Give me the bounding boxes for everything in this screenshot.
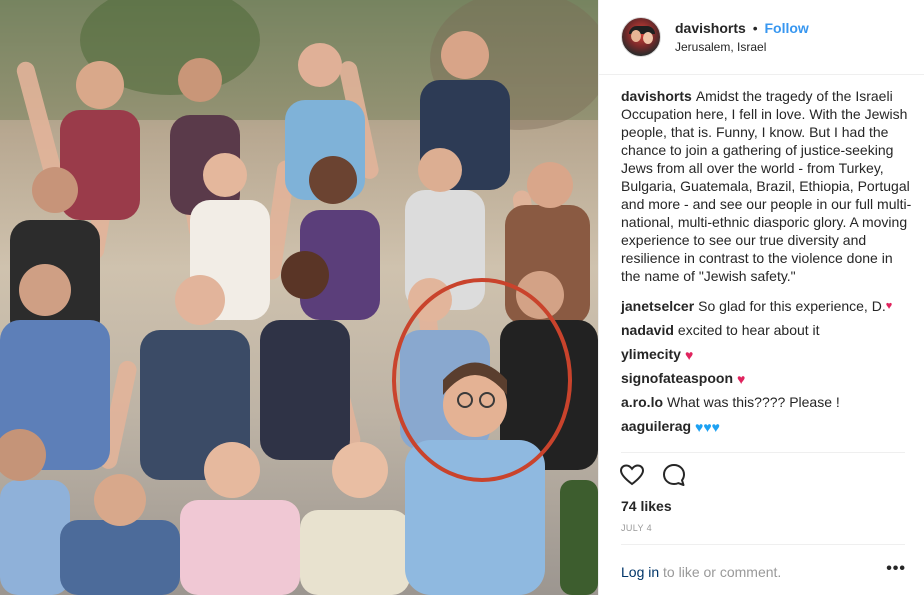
login-prompt: Log in to like or comment. bbox=[621, 564, 781, 580]
comment-item: nadavid excited to hear about it bbox=[621, 321, 913, 339]
comment-item: a.ro.lo What was this???? Please ! bbox=[621, 393, 913, 411]
comment-item: aaguilerag ♥♥♥ bbox=[621, 417, 913, 435]
post-date: JULY 4 bbox=[621, 523, 653, 533]
post-photo[interactable] bbox=[0, 0, 598, 595]
location-link[interactable]: Jerusalem, Israel bbox=[675, 40, 766, 54]
comment-item: ylimecity ♥ bbox=[621, 345, 913, 363]
comment-item: signofateaspoon ♥ bbox=[621, 369, 913, 387]
login-prompt-text: to like or comment. bbox=[663, 564, 782, 580]
comment-username[interactable]: a.ro.lo bbox=[621, 394, 663, 410]
speech-bubble-icon[interactable] bbox=[661, 462, 687, 488]
blue-heart-icon: ♥♥♥ bbox=[695, 419, 720, 435]
divider bbox=[621, 544, 905, 545]
red-heart-icon: ♥ bbox=[885, 300, 893, 312]
post-actions bbox=[619, 462, 699, 492]
comment-text: What was this???? Please ! bbox=[667, 394, 840, 410]
separator-dot: • bbox=[752, 20, 758, 36]
comment-item: janetselcer So glad for this experience, … bbox=[621, 297, 913, 315]
post-side-panel: davishorts • Follow Jerusalem, Israel da… bbox=[598, 0, 924, 595]
comment-username[interactable]: janetselcer bbox=[621, 298, 694, 314]
comment-text: So glad for this experience, D. bbox=[698, 298, 886, 314]
follow-button[interactable]: Follow bbox=[765, 20, 809, 36]
comments-list: davishorts Amidst the tragedy of the Isra… bbox=[621, 87, 913, 441]
likes-count[interactable]: 74 likes bbox=[621, 498, 672, 514]
header-username[interactable]: davishorts bbox=[675, 20, 746, 36]
avatar[interactable] bbox=[621, 17, 661, 57]
more-options-icon[interactable]: ••• bbox=[886, 560, 906, 578]
comment-username[interactable]: aaguilerag bbox=[621, 418, 691, 434]
post-header: davishorts • Follow Jerusalem, Israel bbox=[599, 0, 924, 75]
header-username-line: davishorts • Follow bbox=[675, 20, 809, 36]
caption-username[interactable]: davishorts bbox=[621, 88, 692, 104]
comment-username[interactable]: ylimecity bbox=[621, 346, 681, 362]
red-heart-icon: ♥ bbox=[684, 347, 694, 363]
group-photo bbox=[0, 0, 598, 595]
login-link[interactable]: Log in bbox=[621, 564, 659, 580]
comment-username[interactable]: nadavid bbox=[621, 322, 674, 338]
divider bbox=[621, 452, 905, 453]
comment-text: excited to hear about it bbox=[677, 322, 820, 338]
comment-username[interactable]: signofateaspoon bbox=[621, 370, 733, 386]
caption-text: Amidst the tragedy of the Israeli Occupa… bbox=[621, 88, 912, 284]
heart-outline-icon[interactable] bbox=[619, 462, 645, 488]
red-heart-icon: ♥ bbox=[737, 371, 746, 387]
caption: davishorts Amidst the tragedy of the Isra… bbox=[621, 87, 913, 285]
